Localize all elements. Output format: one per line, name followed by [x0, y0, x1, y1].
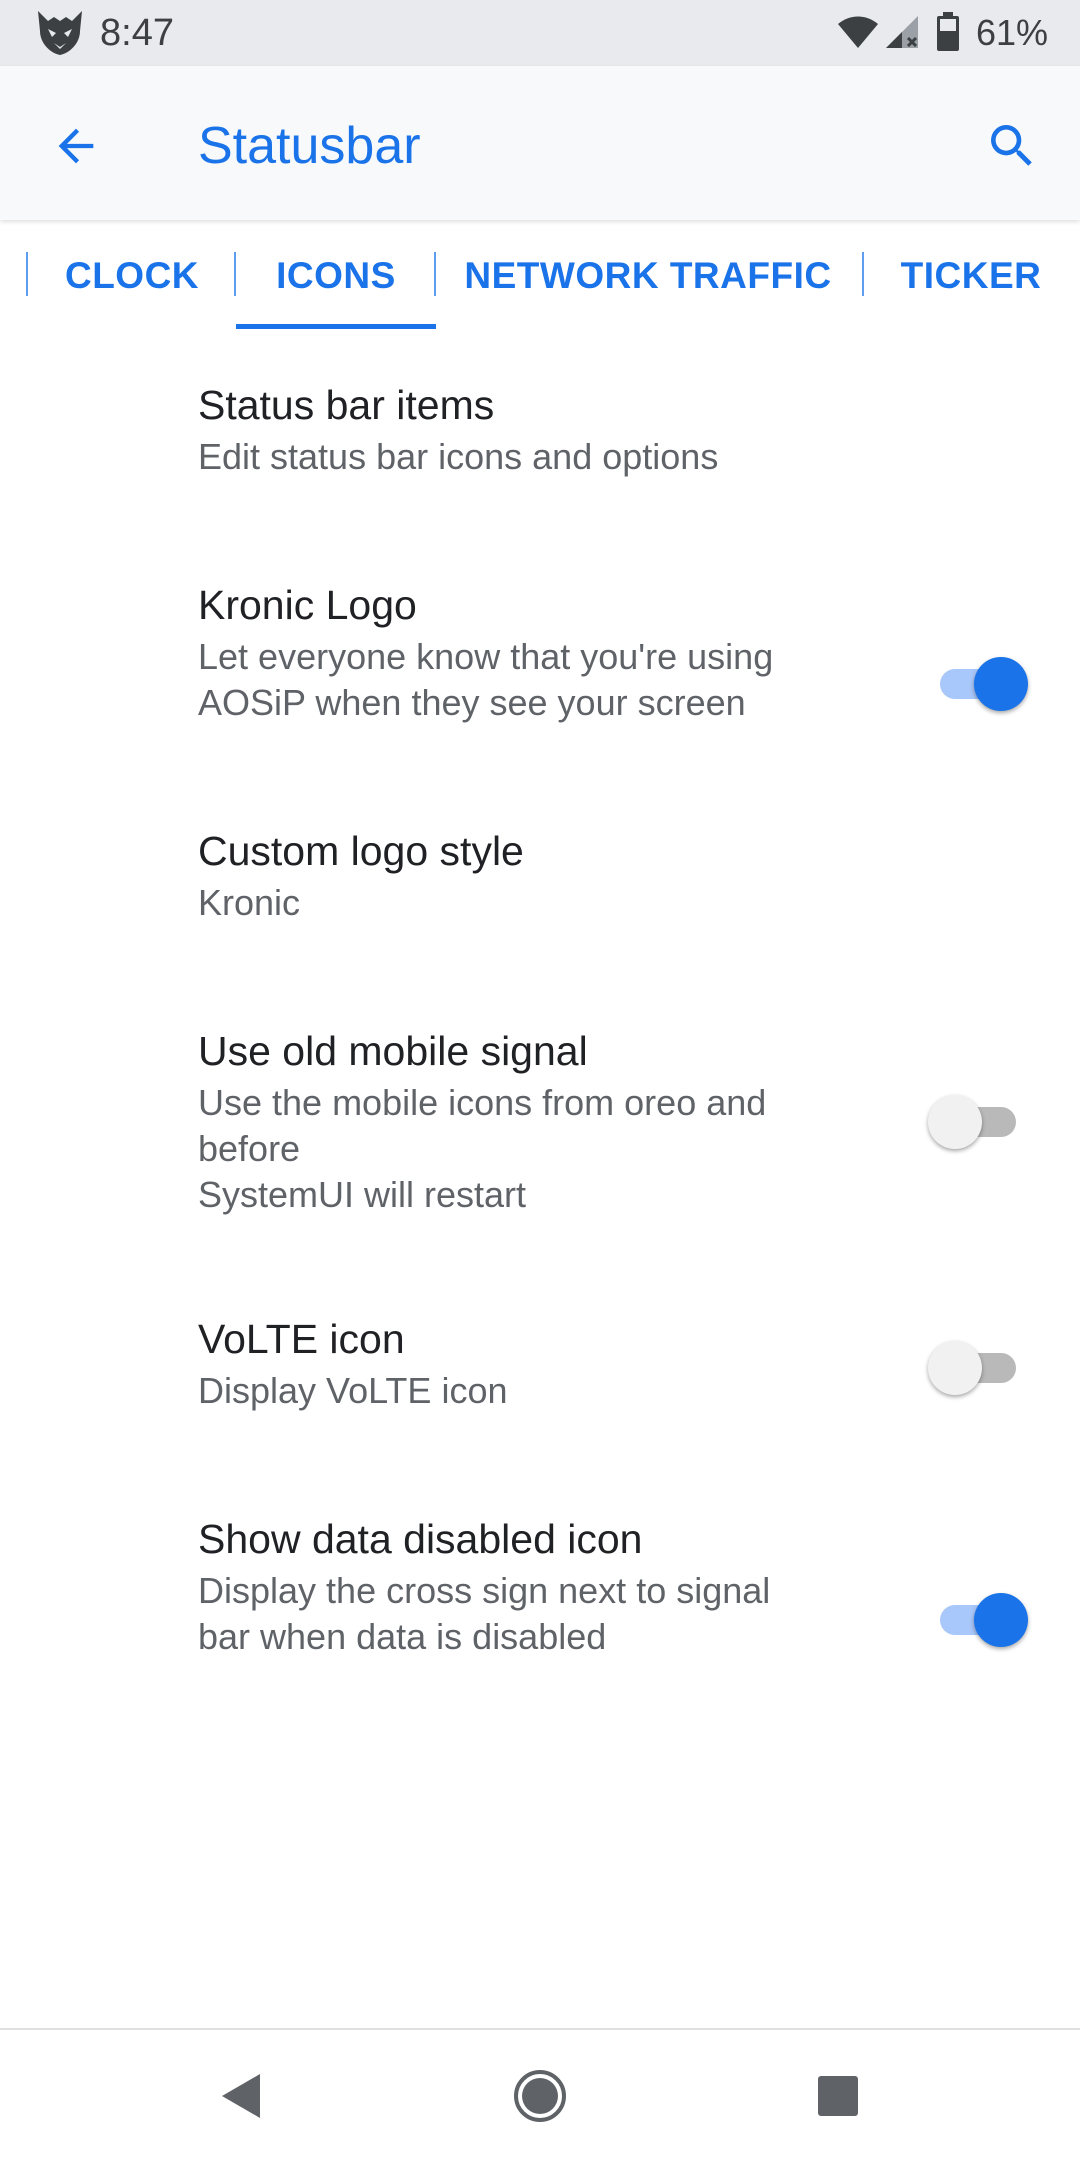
switch-thumb: [928, 1095, 982, 1149]
pref-title: Show data disabled icon: [198, 1516, 643, 1562]
screen: 8:47 61% Statusbar CLOCK ICONS NETWORK T…: [0, 0, 1080, 2160]
search-button[interactable]: [976, 110, 1048, 182]
pref-custom-logo-style[interactable]: Custom logo style Kronic: [0, 786, 1080, 966]
wifi-icon: [838, 16, 878, 48]
tab-clock[interactable]: CLOCK: [30, 222, 234, 330]
tab-network-traffic[interactable]: NETWORK TRAFFIC: [436, 222, 860, 330]
back-button[interactable]: [40, 110, 112, 182]
tab-icons[interactable]: ICONS: [236, 222, 436, 330]
page-title: Statusbar: [198, 117, 421, 175]
switch-thumb: [974, 657, 1028, 711]
switch-thumb: [974, 1593, 1028, 1647]
old-mobile-signal-switch[interactable]: [928, 1090, 1028, 1154]
nav-recents-icon: [818, 2076, 858, 2116]
app-logo-icon: [38, 11, 82, 55]
pref-title: Use old mobile signal: [198, 1028, 588, 1074]
tab-ticker[interactable]: TICKER: [864, 222, 1078, 330]
nav-back-button[interactable]: [198, 2054, 282, 2138]
pref-volte-icon[interactable]: VoLTE icon Display VoLTE icon: [0, 1274, 1080, 1454]
volte-icon-switch[interactable]: [928, 1336, 1028, 1400]
pref-status-bar-items[interactable]: Status bar items Edit status bar icons a…: [0, 340, 1080, 520]
battery-percent: 61%: [976, 12, 1049, 53]
tab-divider: [26, 252, 28, 296]
pref-title: Kronic Logo: [198, 582, 417, 628]
pref-summary: Edit status bar icons and options: [198, 436, 719, 477]
app-bar: Statusbar: [0, 66, 1080, 220]
pref-summary: Display VoLTE icon: [198, 1370, 508, 1411]
pref-summary: Kronic: [198, 882, 301, 923]
pref-summary: Display the cross sign next to signal ba…: [198, 1570, 771, 1657]
search-icon: [991, 125, 1032, 166]
nav-back-icon: [222, 2074, 260, 2118]
data-disabled-icon-switch[interactable]: [928, 1588, 1028, 1652]
nav-home-icon: [514, 2070, 566, 2122]
status-bar: 8:47 61%: [0, 0, 1080, 66]
pref-title: Status bar items: [198, 382, 495, 428]
switch-thumb: [928, 1341, 982, 1395]
arrow-back-icon: [58, 128, 94, 164]
pref-kronic-logo[interactable]: Kronic Logo Let everyone know that you'r…: [0, 540, 1080, 770]
kronic-logo-switch[interactable]: [928, 652, 1028, 716]
pref-old-mobile-signal[interactable]: Use old mobile signal Use the mobile ico…: [0, 986, 1080, 1256]
pref-title: Custom logo style: [198, 828, 524, 874]
battery-icon: [937, 12, 959, 51]
nav-recents-button[interactable]: [796, 2054, 880, 2138]
status-time: 8:47: [100, 12, 174, 54]
pref-summary: Use the mobile icons from oreo and befor…: [198, 1082, 767, 1215]
pref-summary: Let everyone know that you're using AOSi…: [198, 636, 774, 723]
tab-selected-indicator: [236, 324, 436, 329]
pref-data-disabled-icon[interactable]: Show data disabled icon Display the cros…: [0, 1474, 1080, 1704]
cell-signal-icon: [886, 16, 918, 48]
nav-home-button[interactable]: [498, 2054, 582, 2138]
navigation-bar: [0, 2028, 1080, 2160]
tab-bar: CLOCK ICONS NETWORK TRAFFIC TICKER: [0, 222, 1080, 330]
pref-title: VoLTE icon: [198, 1316, 405, 1362]
